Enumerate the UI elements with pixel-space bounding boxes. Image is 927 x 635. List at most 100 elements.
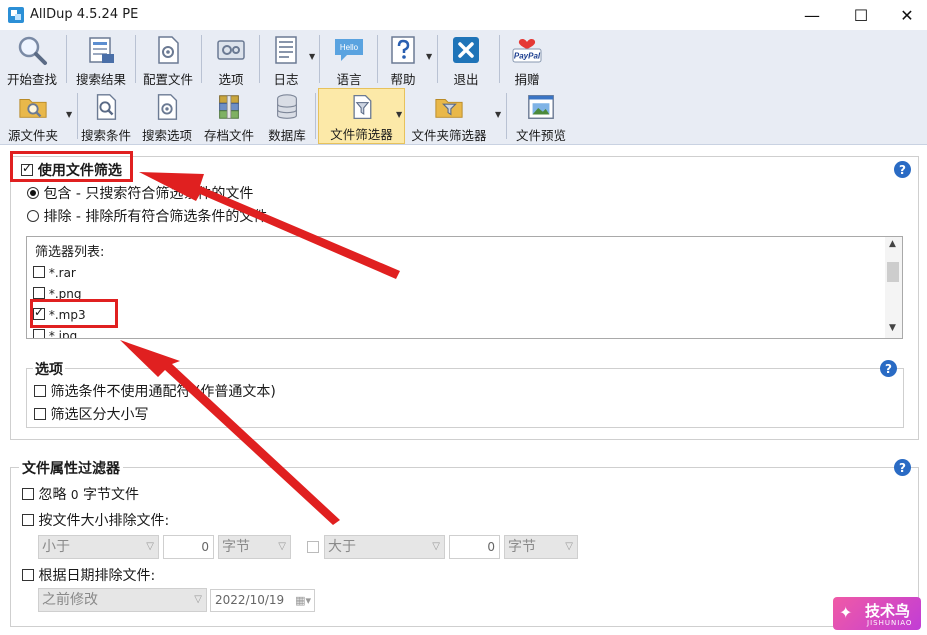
filter-list-scrollbar[interactable]: ▲ ▼ bbox=[885, 237, 902, 338]
exclude-radio-dot[interactable] bbox=[27, 210, 39, 222]
exclude-radio[interactable]: 排除 - 排除所有符合筛选条件的文件 bbox=[27, 206, 267, 226]
toolbar-separator bbox=[319, 35, 320, 83]
help-icon[interactable]: ? bbox=[894, 161, 911, 178]
annotation-highlight-mp3 bbox=[30, 299, 118, 328]
options-title: 选项 bbox=[33, 359, 65, 379]
help-icon[interactable]: ? bbox=[880, 360, 897, 377]
database-button[interactable]: 数据库 bbox=[264, 88, 310, 144]
size-less-value-input[interactable]: 0 bbox=[163, 535, 214, 559]
exclude-by-date-checkbox[interactable]: 根据日期排除文件: bbox=[22, 565, 155, 585]
chevron-down-icon: ▽ bbox=[432, 541, 440, 552]
annotation-highlight-use-filter bbox=[10, 151, 133, 182]
paypal-icon: PayPal bbox=[512, 39, 542, 63]
filter-item-checkbox[interactable] bbox=[33, 266, 45, 278]
toolbar-separator bbox=[66, 35, 67, 83]
include-radio-dot[interactable] bbox=[27, 187, 39, 199]
no-wildcards-check[interactable] bbox=[34, 385, 46, 397]
help-icon[interactable]: ? bbox=[894, 459, 911, 476]
search-criteria-button[interactable]: 搜索条件 bbox=[78, 88, 134, 144]
watermark-cn: 技术鸟 bbox=[865, 602, 911, 620]
folder-filter-button[interactable]: 文件夹筛选器 bbox=[406, 88, 492, 144]
log-dropdown-arrow[interactable]: ▼ bbox=[309, 52, 315, 61]
ignore-zero-byte-check[interactable] bbox=[22, 488, 34, 500]
maximize-button[interactable]: ☐ bbox=[838, 0, 884, 30]
size-greater-unit-select[interactable]: 字节 ▽ bbox=[504, 535, 578, 559]
filter-list-header: 筛选器列表: bbox=[35, 245, 105, 260]
list-item[interactable]: *.jpg bbox=[33, 329, 77, 338]
magnifier-icon bbox=[18, 36, 47, 65]
start-search-button[interactable]: 开始查找 bbox=[2, 30, 62, 88]
archive-files-button[interactable]: 存档文件 bbox=[201, 88, 257, 144]
file-filter-page: 使用文件筛选 ? 包含 - 只搜索符合筛选条件的文件 排除 - 排除所有符合筛选… bbox=[0, 146, 927, 635]
attribute-filter-title: 文件属性过滤器 bbox=[19, 458, 123, 478]
close-button[interactable]: ✕ bbox=[884, 0, 927, 30]
watermark-logo: ✦ 技术鸟 JISHUNIAO bbox=[833, 597, 921, 630]
search-results-button[interactable]: 搜索结果 bbox=[70, 30, 132, 88]
scroll-down-icon[interactable]: ▼ bbox=[889, 323, 896, 333]
help-dropdown-arrow[interactable]: ▼ bbox=[426, 52, 432, 61]
minimize-button[interactable]: — bbox=[789, 0, 835, 30]
window-title: AllDup 4.5.24 PE bbox=[30, 7, 139, 22]
folder-filter-dropdown-arrow[interactable]: ▼ bbox=[495, 110, 501, 119]
exit-icon bbox=[453, 37, 479, 63]
size-less-operator-select[interactable]: 小于 ▽ bbox=[38, 535, 159, 559]
scroll-up-icon[interactable]: ▲ bbox=[889, 239, 896, 249]
exclude-by-size-check[interactable] bbox=[22, 514, 34, 526]
donate-button[interactable]: PayPal 捐赠 bbox=[505, 30, 549, 88]
help-button[interactable]: 帮助 bbox=[382, 30, 424, 88]
file-filter-icon bbox=[352, 94, 371, 120]
no-wildcards-checkbox[interactable]: 筛选条件不使用通配符 (作普通文本) bbox=[34, 381, 276, 401]
file-filter-dropdown-arrow[interactable]: ▼ bbox=[396, 110, 402, 119]
exit-button[interactable]: 退出 bbox=[444, 30, 488, 88]
search-options-icon bbox=[157, 94, 178, 120]
log-button[interactable]: 日志 bbox=[264, 30, 308, 88]
size-greater-value-input[interactable]: 0 bbox=[449, 535, 500, 559]
case-sensitive-checkbox[interactable]: 筛选区分大小写 bbox=[34, 404, 148, 424]
filter-item-checkbox[interactable] bbox=[33, 287, 45, 299]
source-folder-dropdown-arrow[interactable]: ▼ bbox=[66, 110, 72, 119]
size-greater-checkbox[interactable] bbox=[307, 541, 319, 553]
filter-options-group: 选项 ? 筛选条件不使用通配符 (作普通文本) 筛选区分大小写 bbox=[26, 359, 904, 428]
results-icon bbox=[89, 37, 114, 63]
date-picker[interactable]: 2022/10/19 ▦▾ bbox=[210, 589, 315, 612]
folder-filter-icon bbox=[435, 99, 463, 118]
title-bar: AllDup 4.5.24 PE — ☐ ✕ bbox=[0, 0, 927, 30]
alldup-app-icon bbox=[8, 7, 24, 23]
chevron-down-icon: ▽ bbox=[278, 541, 286, 552]
config-file-icon bbox=[158, 36, 179, 64]
exclude-by-size-checkbox[interactable]: 按文件大小排除文件: bbox=[22, 510, 169, 530]
toolbar-separator bbox=[315, 93, 316, 139]
file-filter-button[interactable]: 文件筛选器 bbox=[318, 88, 405, 144]
exclude-by-date-check[interactable] bbox=[22, 569, 34, 581]
config-file-button[interactable]: 配置文件 bbox=[138, 30, 198, 88]
search-criteria-icon bbox=[96, 94, 117, 120]
filter-list[interactable]: 筛选器列表: *.rar *.png *.mp3 *.jpg ▲ ▼ bbox=[26, 236, 903, 339]
case-sensitive-check[interactable] bbox=[34, 408, 46, 420]
options-button[interactable]: 选项 bbox=[206, 30, 256, 88]
search-options-button[interactable]: 搜索选项 bbox=[139, 88, 195, 144]
ignore-zero-byte-checkbox[interactable]: 忽略 0 字节文件 bbox=[22, 484, 139, 504]
date-mode-select[interactable]: 之前修改 ▽ bbox=[38, 588, 207, 612]
attribute-filter-group: 文件属性过滤器 ? 忽略 0 字节文件 按文件大小排除文件: 小于 ▽ 0 字节 ▽… bbox=[10, 458, 919, 627]
scroll-thumb[interactable] bbox=[887, 262, 899, 282]
toolbar-separator bbox=[135, 35, 136, 83]
calendar-icon[interactable]: ▦▾ bbox=[295, 590, 311, 611]
language-button[interactable]: Hello 语言 bbox=[326, 30, 372, 88]
hello-icon-text: Hello bbox=[340, 43, 359, 52]
paypal-icon-text: PayPal bbox=[514, 52, 541, 61]
source-folder-button[interactable]: 源文件夹 bbox=[2, 88, 64, 144]
size-less-unit-select[interactable]: 字节 ▽ bbox=[218, 535, 291, 559]
hello-bubble-icon: Hello bbox=[335, 39, 363, 61]
watermark-en: JISHUNIAO bbox=[867, 619, 913, 627]
list-item[interactable]: *.rar bbox=[33, 266, 76, 280]
filter-item-checkbox[interactable] bbox=[33, 329, 45, 338]
file-preview-button[interactable]: 文件预览 bbox=[512, 88, 570, 144]
log-icon bbox=[275, 36, 297, 64]
toolbar-separator bbox=[377, 35, 378, 83]
toolbar-separator bbox=[201, 35, 202, 83]
include-radio[interactable]: 包含 - 只搜索符合筛选条件的文件 bbox=[27, 183, 253, 203]
help-document-icon bbox=[391, 36, 415, 64]
preview-icon bbox=[528, 95, 554, 119]
toolbar-separator bbox=[499, 35, 500, 83]
size-greater-operator-select[interactable]: 大于 ▽ bbox=[324, 535, 445, 559]
